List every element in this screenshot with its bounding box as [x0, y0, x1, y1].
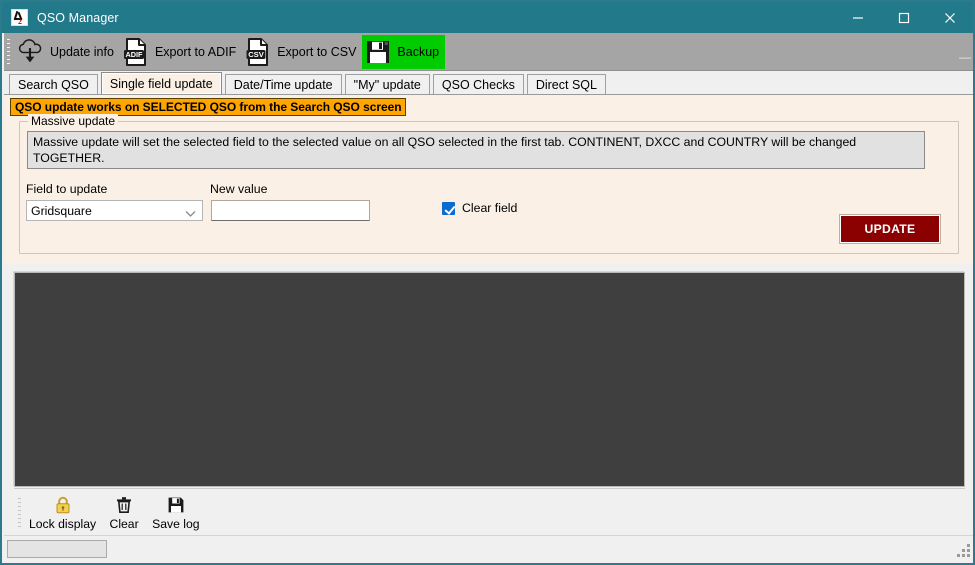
trash-icon — [117, 496, 132, 513]
toolbar-button-export-to-csv[interactable]: CSV Export to CSV — [242, 35, 362, 69]
toolbar-button-update-info[interactable]: Update info — [13, 35, 120, 69]
tab-my-update[interactable]: "My" update — [344, 74, 430, 95]
tab-date-time-update[interactable]: Date/Time update — [224, 74, 342, 95]
field-to-update-label: Field to update — [26, 182, 108, 196]
tab-label: Date/Time update — [233, 78, 333, 92]
tab-label: "My" update — [353, 78, 421, 92]
title-bar: 2 QSO Manager — [2, 2, 973, 33]
log-toolbar: Lock display Clear Save log — [14, 488, 965, 536]
floppy-disk-icon — [168, 497, 184, 512]
window-title: QSO Manager — [37, 10, 119, 25]
status-panel — [7, 540, 107, 558]
cloud-download-icon — [18, 38, 42, 62]
new-value-input[interactable] — [211, 200, 370, 221]
close-icon[interactable] — [927, 2, 973, 33]
field-to-update-value: Gridsquare — [31, 203, 92, 218]
save-log-label: Save log — [152, 516, 200, 531]
group-legend: Massive update — [28, 114, 119, 128]
minimize-icon[interactable] — [835, 2, 881, 33]
massive-update-group: Massive update Massive update will set t… — [19, 114, 959, 254]
main-toolbar: Update info ADIF Export to ADIF CSV Expo… — [4, 33, 973, 71]
description-text: Massive update will set the selected fie… — [27, 131, 925, 169]
tab-label: Direct SQL — [535, 78, 597, 92]
qso-manager-icon: 2 — [11, 9, 28, 26]
application-window: 2 QSO Manager Update info ADIF Export to… — [0, 0, 975, 565]
padlock-icon — [56, 496, 70, 513]
toolbar-drag-handle[interactable] — [4, 33, 13, 70]
log-toolbar-drag-handle[interactable] — [14, 489, 24, 536]
lock-display-label: Lock display — [29, 516, 97, 531]
toolbar-button-label: Update info — [50, 44, 114, 59]
chevron-down-icon — [185, 207, 196, 221]
lock-display-button[interactable]: Lock display — [24, 491, 101, 535]
toolbar-overflow-icon[interactable]: — — [959, 51, 971, 70]
clear-field-label: Clear field — [462, 201, 518, 215]
toolbar-button-label: Export to ADIF — [154, 44, 237, 59]
new-value-label: New value — [210, 182, 268, 196]
svg-text:ADIF: ADIF — [125, 50, 143, 59]
window-controls — [835, 2, 973, 33]
tab-page-single-field-update: QSO update works on SELECTED QSO from th… — [4, 94, 973, 264]
tab-direct-sql[interactable]: Direct SQL — [526, 74, 606, 95]
tab-label: Search QSO — [18, 78, 89, 92]
update-button-label: UPDATE — [864, 222, 916, 236]
field-to-update-select[interactable]: Gridsquare — [26, 200, 203, 221]
file-csv-icon: CSV — [246, 37, 269, 66]
toolbar-button-label: Backup — [397, 44, 440, 59]
maximize-icon[interactable] — [881, 2, 927, 33]
clear-field-checkbox[interactable] — [442, 201, 455, 215]
tab-single-field-update[interactable]: Single field update — [100, 72, 222, 95]
clear-log-button[interactable]: Clear — [101, 491, 147, 535]
toolbar-button-label: Export to CSV — [277, 44, 357, 59]
svg-text:CSV: CSV — [248, 50, 265, 59]
status-bar — [4, 535, 973, 561]
clear-field-checkbox-group[interactable]: Clear field — [442, 201, 517, 215]
tab-label: QSO Checks — [441, 78, 515, 92]
tab-strip: Search QSO Single field update Date/Time… — [4, 72, 973, 95]
tab-qso-checks[interactable]: QSO Checks — [432, 74, 524, 95]
resize-grip-icon[interactable] — [957, 544, 971, 558]
clear-log-label: Clear — [109, 516, 139, 531]
tab-label: Single field update — [109, 76, 213, 91]
log-output-area[interactable] — [14, 272, 965, 487]
update-button[interactable]: UPDATE — [840, 215, 940, 243]
toolbar-button-export-to-adif[interactable]: ADIF Export to ADIF — [120, 35, 242, 69]
toolbar-button-backup[interactable]: Backup — [362, 34, 446, 69]
save-log-button[interactable]: Save log — [147, 491, 204, 535]
file-adif-icon: ADIF — [123, 37, 146, 66]
floppy-disk-icon — [367, 40, 390, 63]
warning-banner-text: QSO update works on SELECTED QSO from th… — [15, 100, 402, 114]
tab-search-qso[interactable]: Search QSO — [9, 74, 98, 95]
